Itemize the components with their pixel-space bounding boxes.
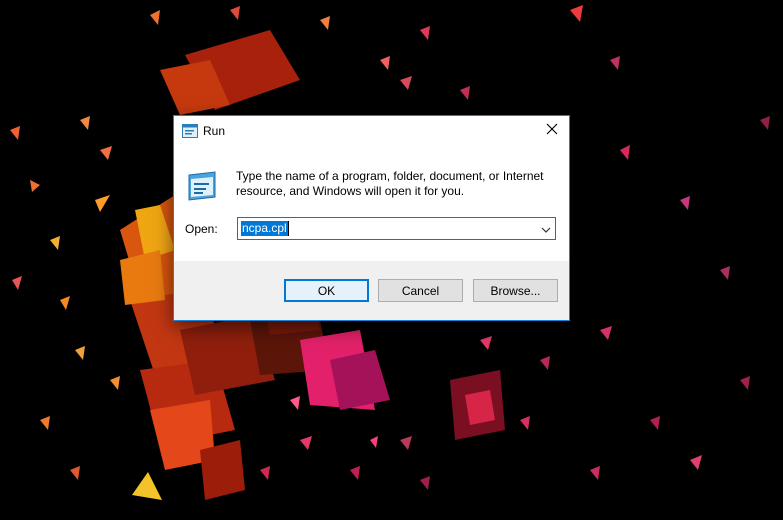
run-icon bbox=[185, 171, 219, 201]
chevron-down-icon bbox=[541, 220, 551, 238]
open-combobox[interactable]: ncpa.cpl bbox=[237, 217, 556, 240]
dropdown-button[interactable] bbox=[539, 221, 553, 236]
open-label: Open: bbox=[185, 222, 218, 236]
text-caret bbox=[288, 221, 289, 236]
dialog-description: Type the name of a program, folder, docu… bbox=[236, 169, 544, 198]
browse-button[interactable]: Browse... bbox=[473, 279, 558, 302]
cancel-button[interactable]: Cancel bbox=[378, 279, 463, 302]
run-app-icon bbox=[182, 124, 198, 138]
title-bar[interactable]: Run bbox=[174, 116, 569, 146]
window-title: Run bbox=[203, 124, 226, 138]
close-button[interactable] bbox=[535, 116, 569, 145]
close-icon bbox=[546, 122, 558, 140]
button-bar: OK Cancel Browse... bbox=[174, 261, 569, 320]
desktop[interactable]: Run Type the name of a program, folder, … bbox=[0, 0, 783, 520]
open-input-value[interactable]: ncpa.cpl bbox=[241, 221, 288, 236]
dialog-content: Type the name of a program, folder, docu… bbox=[174, 146, 569, 261]
run-dialog[interactable]: Run Type the name of a program, folder, … bbox=[173, 115, 570, 321]
ok-button[interactable]: OK bbox=[284, 279, 369, 302]
